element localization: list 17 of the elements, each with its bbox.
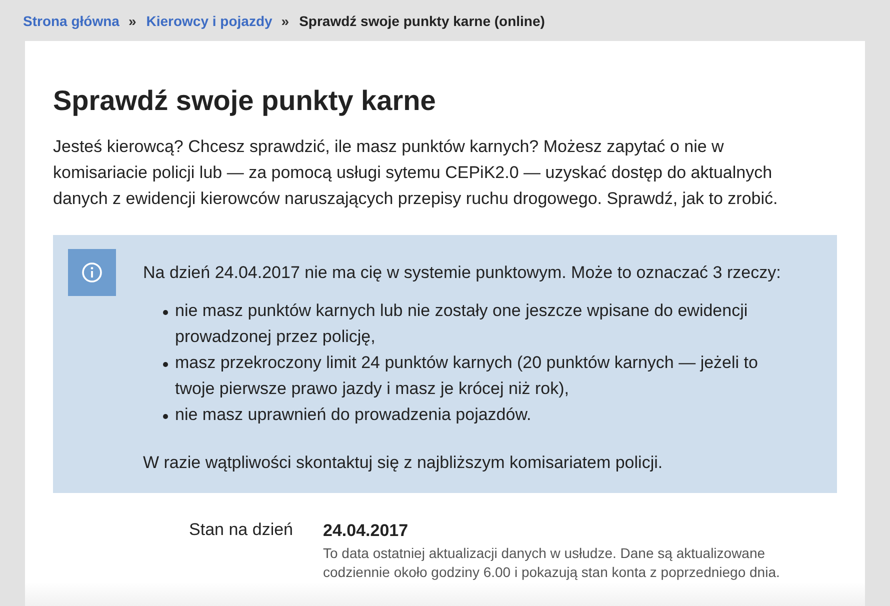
- notice-item: nie masz uprawnień do prowadzenia pojazdów.: [175, 404, 532, 426]
- status-date: 24.04.2017: [323, 520, 408, 542]
- breadcrumb-separator: »: [281, 12, 290, 28]
- breadcrumb-separator: »: [128, 12, 136, 28]
- breadcrumb-link[interactable]: Strona główna: [23, 12, 120, 28]
- breadcrumb-link[interactable]: Kierowcy i pojazdy: [146, 12, 272, 28]
- notice-lead: Na dzień 24.04.2017 nie ma cię w systemie punktowym. Może to oznaczać 3 rzeczy:: [143, 262, 781, 284]
- page-title: Sprawdź swoje punkty karne: [53, 84, 437, 118]
- bullet-icon: [163, 362, 168, 367]
- intro-text: Jesteś kierowcą? Chcesz sprawdzić, ile masz punktów karnych? Możesz zapytać o nie w komisariacie policji lub — za pomocą usługi sytemu CEPiK2.0 — uzyskać dostęp do aktualnych danych z ewidencji kierowców naruszających przepisy ruchu drogowego. Sprawdź, jak to zrobić.: [53, 136, 779, 210]
- status-label: Stan na dzień: [188, 519, 293, 541]
- breadcrumb-current: Sprawdź swoje punkty karne (online): [299, 12, 545, 28]
- status-note: To data ostatniej aktualizacji danych w usłudze. Dane są aktualizowane codziennie około godziny 6.00 i pokazują stan konta z poprzedniego dnia.: [323, 544, 781, 582]
- bullet-icon: [163, 414, 168, 419]
- bullet-icon: [163, 310, 168, 315]
- info-icon: [68, 249, 116, 296]
- notice-footer: W razie wątpliwości skontaktuj się z najbliższym komisariatem policji.: [143, 450, 781, 476]
